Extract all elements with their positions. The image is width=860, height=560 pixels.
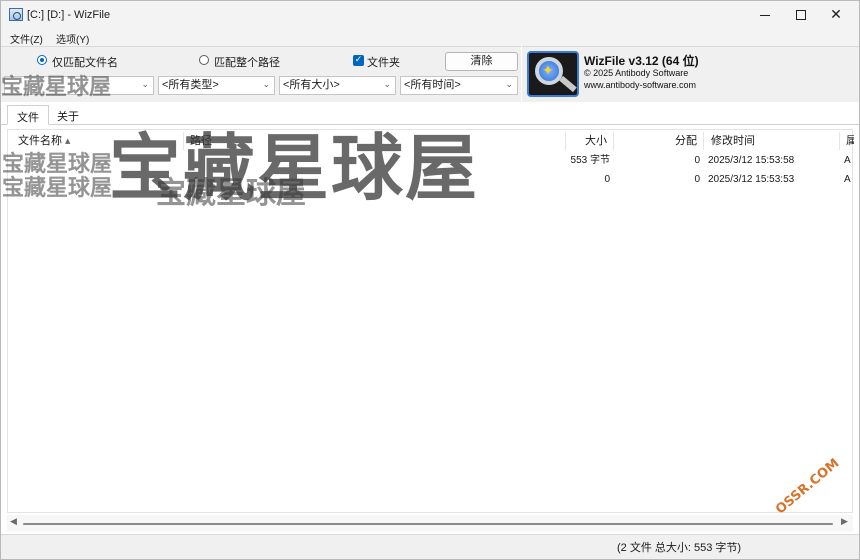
- column-header-attributes[interactable]: 属: [844, 132, 854, 150]
- menu-options[interactable]: 选项(Y): [56, 31, 89, 46]
- status-summary: (2 文件 总大小: 553 字节): [617, 542, 742, 554]
- brand-panel: ✦ WizFile v3.12 (64 位) © 2025 Antibody S…: [522, 46, 859, 102]
- chevron-down-icon: ⌄: [383, 80, 391, 90]
- window-title: [C:] [D:] - WizFile: [27, 9, 111, 21]
- folders-checkbox[interactable]: ✓: [353, 55, 364, 66]
- tab-files[interactable]: 文件: [7, 105, 49, 125]
- watermark-large: 宝藏星球屋: [109, 126, 480, 210]
- brand-copyright: © 2025 Antibody Software: [584, 68, 689, 78]
- radio-full-path[interactable]: [199, 55, 209, 65]
- size-filter-combo[interactable]: <所有大小> ⌄: [279, 76, 396, 95]
- tab-about[interactable]: 关于: [48, 105, 88, 125]
- time-filter-combo[interactable]: <所有时间> ⌄: [400, 76, 518, 95]
- filter-panel: 仅匹配文件名 匹配整个路径 ✓ 文件夹 清除 ⌄ <所有类型> ⌄ <所有大小>…: [1, 46, 521, 102]
- cell-alloc: 0: [694, 174, 700, 185]
- cell-alloc: 0: [694, 155, 700, 166]
- column-header-size[interactable]: 大小: [566, 132, 614, 150]
- radio-filename-only[interactable]: [37, 55, 47, 65]
- chevron-down-icon: ⌄: [141, 80, 149, 90]
- column-header-modified[interactable]: 修改时间: [704, 132, 840, 150]
- brand-url[interactable]: www.antibody-software.com: [584, 80, 696, 90]
- cell-size: 0: [604, 174, 610, 185]
- radio-filename-only-label[interactable]: 仅匹配文件名: [52, 54, 118, 70]
- radio-full-path-label[interactable]: 匹配整个路径: [214, 54, 280, 70]
- cell-modified: 2025/3/12 15:53:53: [708, 174, 795, 185]
- cell-size: 553 字节: [570, 155, 610, 166]
- watermark-text: 宝藏星球屋: [2, 176, 113, 201]
- checkmark-icon: ✓: [354, 55, 363, 65]
- title-bar: [C:] [D:] - WizFile ✕: [1, 1, 859, 29]
- close-button[interactable]: ✕: [813, 1, 859, 29]
- chevron-down-icon: ⌄: [505, 80, 513, 90]
- scroll-left-icon[interactable]: ◀: [10, 517, 17, 527]
- column-header-alloc[interactable]: 分配: [614, 132, 704, 150]
- wizfile-app-icon: [9, 8, 23, 21]
- horizontal-scrollbar[interactable]: ◀ ▶: [7, 515, 853, 532]
- type-filter-value: <所有类型>: [162, 79, 219, 91]
- time-filter-value: <所有时间>: [404, 79, 461, 91]
- magnifier-handle-icon: [559, 75, 577, 93]
- menu-bar: 文件(Z) 选项(Y): [1, 29, 859, 46]
- cell-attributes: A: [844, 174, 851, 185]
- size-filter-value: <所有大小>: [283, 79, 340, 91]
- sort-up-icon: ▲: [65, 137, 71, 146]
- brand-title: WizFile v3.12 (64 位): [584, 54, 699, 68]
- clear-button[interactable]: 清除: [445, 52, 518, 71]
- cell-attributes: A: [844, 155, 851, 166]
- folders-checkbox-label[interactable]: 文件夹: [367, 54, 400, 70]
- wizfile-logo[interactable]: ✦: [527, 51, 579, 97]
- cell-modified: 2025/3/12 15:53:58: [708, 155, 795, 166]
- scroll-right-icon[interactable]: ▶: [841, 517, 848, 527]
- close-icon: ✕: [830, 7, 842, 23]
- status-bar: (2 文件 总大小: 553 字节): [1, 534, 859, 559]
- star-icon: ✦: [542, 63, 554, 79]
- watermark-text: 宝藏星球屋: [1, 75, 112, 100]
- wizfile-window: [C:] [D:] - WizFile ✕ 文件(Z) 选项(Y) 仅匹配文件名…: [0, 0, 860, 560]
- minimize-icon: [760, 14, 770, 16]
- type-filter-combo[interactable]: <所有类型> ⌄: [158, 76, 275, 95]
- maximize-icon: [796, 10, 806, 20]
- scrollbar-thumb[interactable]: [23, 523, 833, 525]
- chevron-down-icon: ⌄: [262, 80, 270, 90]
- menu-file[interactable]: 文件(Z): [10, 31, 43, 46]
